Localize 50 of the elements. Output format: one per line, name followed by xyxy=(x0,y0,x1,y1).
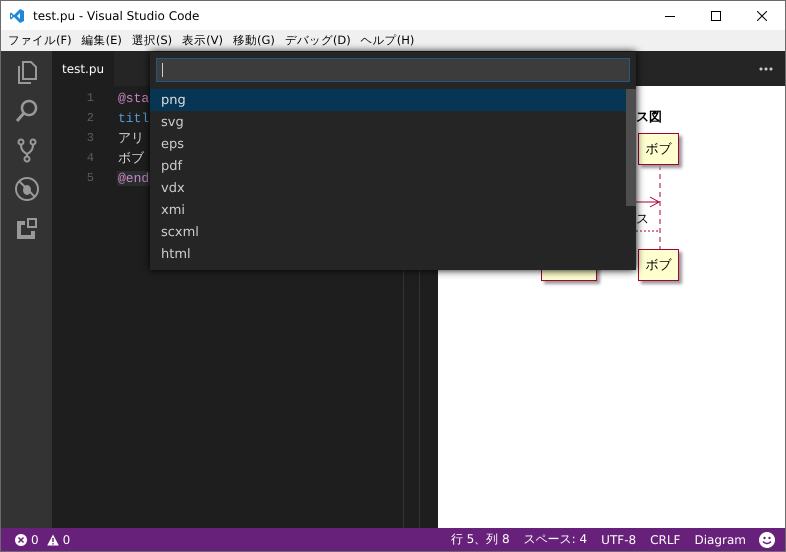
menu-item[interactable]: デバッグ(D) xyxy=(280,33,356,48)
editor-tab[interactable]: test.pu xyxy=(52,51,114,86)
error-count[interactable]: 0 xyxy=(31,532,39,546)
line-number: 5 xyxy=(86,171,94,185)
code-line: ボブ xyxy=(117,150,145,167)
status-item[interactable]: UTF-8 xyxy=(594,532,644,546)
format-option[interactable]: html xyxy=(150,243,626,265)
return-line xyxy=(636,230,660,232)
format-option[interactable]: vdx xyxy=(150,177,626,199)
format-option[interactable]: svg xyxy=(150,111,626,133)
format-option[interactable]: scxml xyxy=(150,221,626,243)
format-option[interactable]: xmi xyxy=(150,199,626,221)
scrollbar-thumb[interactable] xyxy=(626,89,636,206)
participant-box: ボブ xyxy=(638,249,679,281)
diagram-title: ス図 xyxy=(636,109,662,126)
status-item[interactable]: 行 5、列 8 xyxy=(444,531,517,548)
maximize-icon xyxy=(711,10,721,20)
participant-box: ボブ xyxy=(638,133,679,165)
status-item[interactable]: CRLF xyxy=(643,532,688,546)
line-number: 1 xyxy=(86,91,94,105)
warning-icon[interactable] xyxy=(46,534,59,546)
format-option[interactable]: png xyxy=(150,89,626,111)
window-title: test.pu - Visual Studio Code xyxy=(33,8,200,22)
line-number: 2 xyxy=(86,111,94,125)
menu-item[interactable]: 表示(V) xyxy=(177,33,228,48)
status-item[interactable]: Diagram xyxy=(687,532,753,546)
status-item[interactable]: スペース: 4 xyxy=(516,531,594,548)
more-icon[interactable] xyxy=(759,66,773,70)
quick-pick-input[interactable] xyxy=(156,58,630,82)
menu-item[interactable]: 選択(S) xyxy=(126,33,178,48)
format-option[interactable]: eps xyxy=(150,133,626,155)
line-number: 3 xyxy=(86,131,94,145)
close-icon xyxy=(757,10,767,20)
format-option[interactable]: pdf xyxy=(150,155,626,177)
code-line: titl xyxy=(117,110,150,126)
smiley-icon[interactable] xyxy=(759,532,775,548)
message-label: ス xyxy=(636,212,649,227)
search-icon[interactable] xyxy=(14,98,40,124)
menu-item[interactable]: 移動(G) xyxy=(228,33,280,48)
error-icon[interactable] xyxy=(15,534,27,546)
code-line: @sta xyxy=(117,90,150,106)
line-number: 4 xyxy=(86,151,94,165)
menu-item[interactable]: ファイル(F) xyxy=(3,33,77,48)
debug-icon[interactable] xyxy=(14,176,40,202)
app-logo-icon xyxy=(9,8,25,24)
code-line: アリ xyxy=(117,130,145,147)
menu-item[interactable]: ヘルプ(H) xyxy=(356,33,420,48)
menu-item[interactable]: 編集(E) xyxy=(76,33,127,48)
message-arrow xyxy=(636,196,660,208)
warning-count[interactable]: 0 xyxy=(62,532,70,546)
